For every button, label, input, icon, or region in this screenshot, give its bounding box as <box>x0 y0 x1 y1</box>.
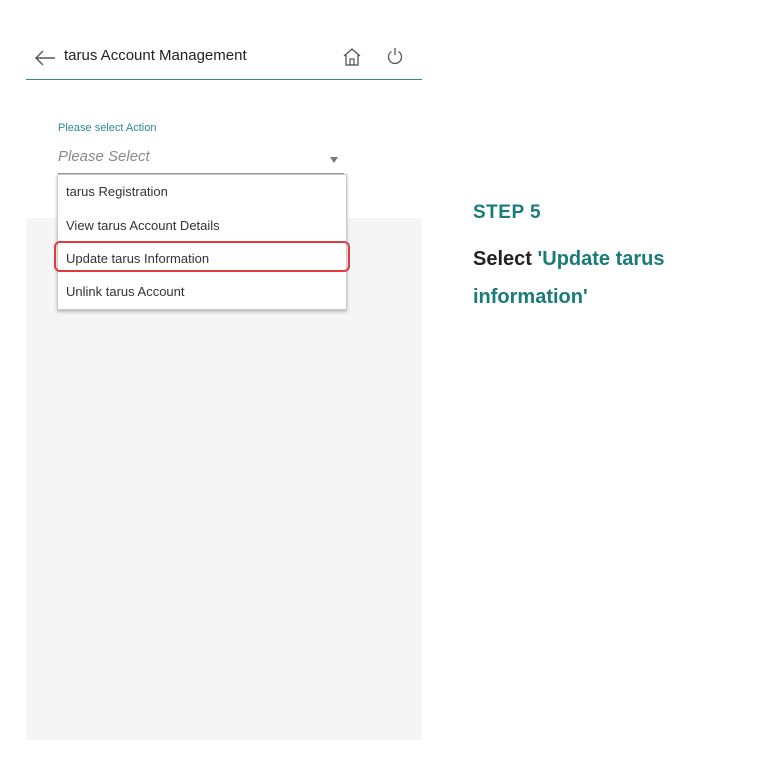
select-placeholder: Please Select <box>58 148 150 165</box>
phone-screen: tarus Account Management Please select A… <box>26 38 422 740</box>
back-arrow-icon[interactable] <box>34 48 56 68</box>
option-tarus-registration[interactable]: tarus Registration <box>66 182 168 202</box>
dropdown-caret-icon <box>330 157 338 163</box>
power-icon[interactable] <box>386 47 404 65</box>
option-view-account-details[interactable]: View tarus Account Details <box>66 216 220 236</box>
app-bar: tarus Account Management <box>26 38 422 80</box>
step-instruction: Select 'Update tarus information' <box>473 240 753 316</box>
home-icon[interactable] <box>342 47 362 67</box>
page-title: tarus Account Management <box>64 47 247 64</box>
step-label: STEP 5 <box>473 202 542 223</box>
option-highlight-box <box>54 241 350 272</box>
action-field-label: Please select Action <box>58 122 157 134</box>
instruction-prefix: Select <box>473 248 532 270</box>
option-unlink-account[interactable]: Unlink tarus Account <box>66 282 185 302</box>
action-select[interactable]: Please Select <box>58 144 344 174</box>
